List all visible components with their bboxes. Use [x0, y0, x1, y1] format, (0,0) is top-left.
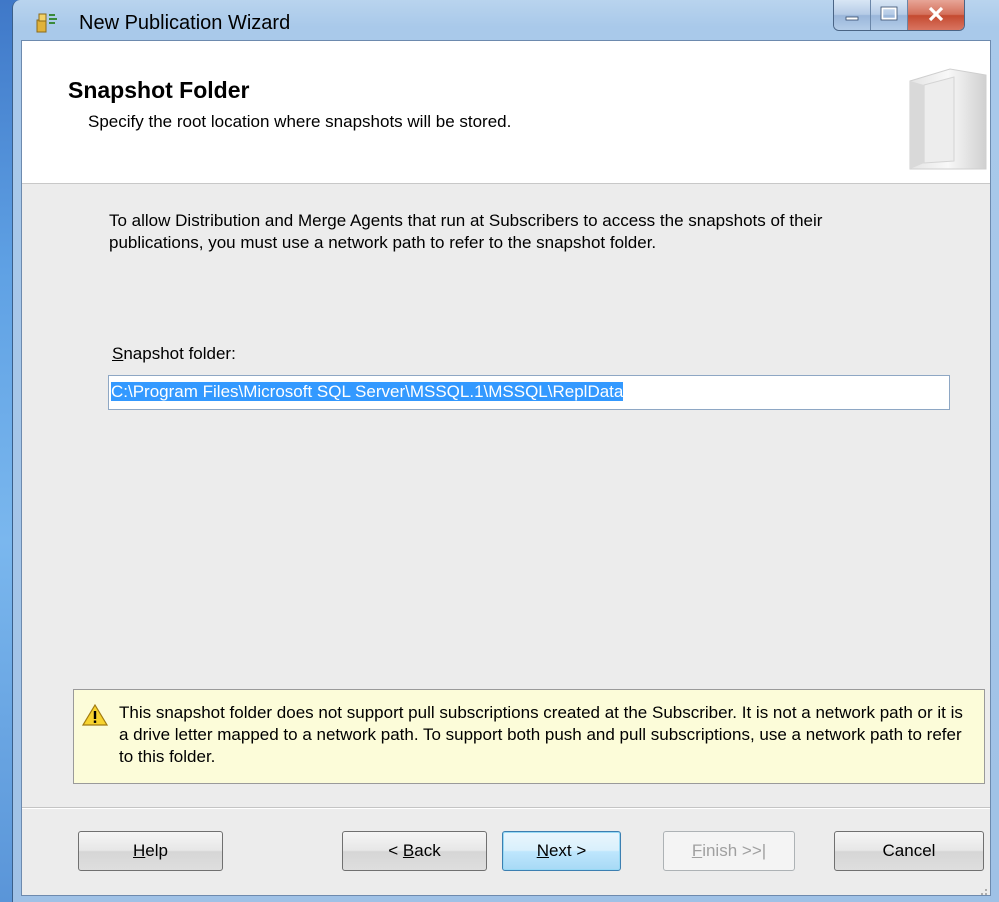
- footer-divider: [22, 807, 990, 809]
- finish-button[interactable]: Finish >>|: [663, 831, 795, 871]
- warning-text: This snapshot folder does not support pu…: [119, 703, 963, 766]
- cancel-button-label: Cancel: [882, 841, 936, 860]
- finish-button-label: Finish >>|: [691, 841, 767, 860]
- minimize-button[interactable]: [834, 0, 871, 30]
- wizard-window: New Publication Wizard Snapshot Folder S…: [12, 0, 999, 902]
- next-button-label: Next >: [536, 841, 587, 860]
- warning-panel: This snapshot folder does not support pu…: [73, 689, 985, 784]
- header-graphic-icon: [890, 51, 990, 171]
- close-icon: [928, 6, 944, 22]
- back-button-label: < Back: [388, 841, 441, 860]
- snapshot-folder-label-rest: napshot folder:: [123, 344, 236, 363]
- app-icon: [35, 10, 59, 34]
- wizard-client-area: Snapshot Folder Specify the root locatio…: [21, 40, 991, 896]
- maximize-button[interactable]: [871, 0, 908, 30]
- warning-icon: [81, 703, 109, 727]
- window-title: New Publication Wizard: [79, 12, 291, 34]
- resize-grip-icon[interactable]: [978, 883, 988, 895]
- close-button[interactable]: [908, 0, 964, 30]
- maximize-icon: [880, 6, 898, 21]
- help-button[interactable]: Help: [78, 831, 223, 871]
- help-button-label: Help: [133, 841, 168, 860]
- snapshot-folder-value: C:\Program Files\Microsoft SQL Server\MS…: [111, 382, 624, 401]
- window-controls: [833, 0, 965, 31]
- title-bar[interactable]: New Publication Wizard: [13, 0, 999, 40]
- snapshot-folder-label: Snapshot folder:: [112, 344, 236, 363]
- page-title: Snapshot Folder: [68, 77, 250, 103]
- page-subtitle: Specify the root location where snapshot…: [88, 112, 512, 131]
- snapshot-folder-input[interactable]: C:\Program Files\Microsoft SQL Server\MS…: [108, 375, 950, 410]
- minimize-icon: [845, 16, 859, 21]
- back-button[interactable]: < Back: [342, 831, 487, 871]
- next-button[interactable]: Next >: [502, 831, 621, 871]
- intro-text: To allow Distribution and Merge Agents t…: [109, 211, 823, 252]
- wizard-header: Snapshot Folder Specify the root locatio…: [22, 41, 990, 184]
- cancel-button[interactable]: Cancel: [834, 831, 984, 871]
